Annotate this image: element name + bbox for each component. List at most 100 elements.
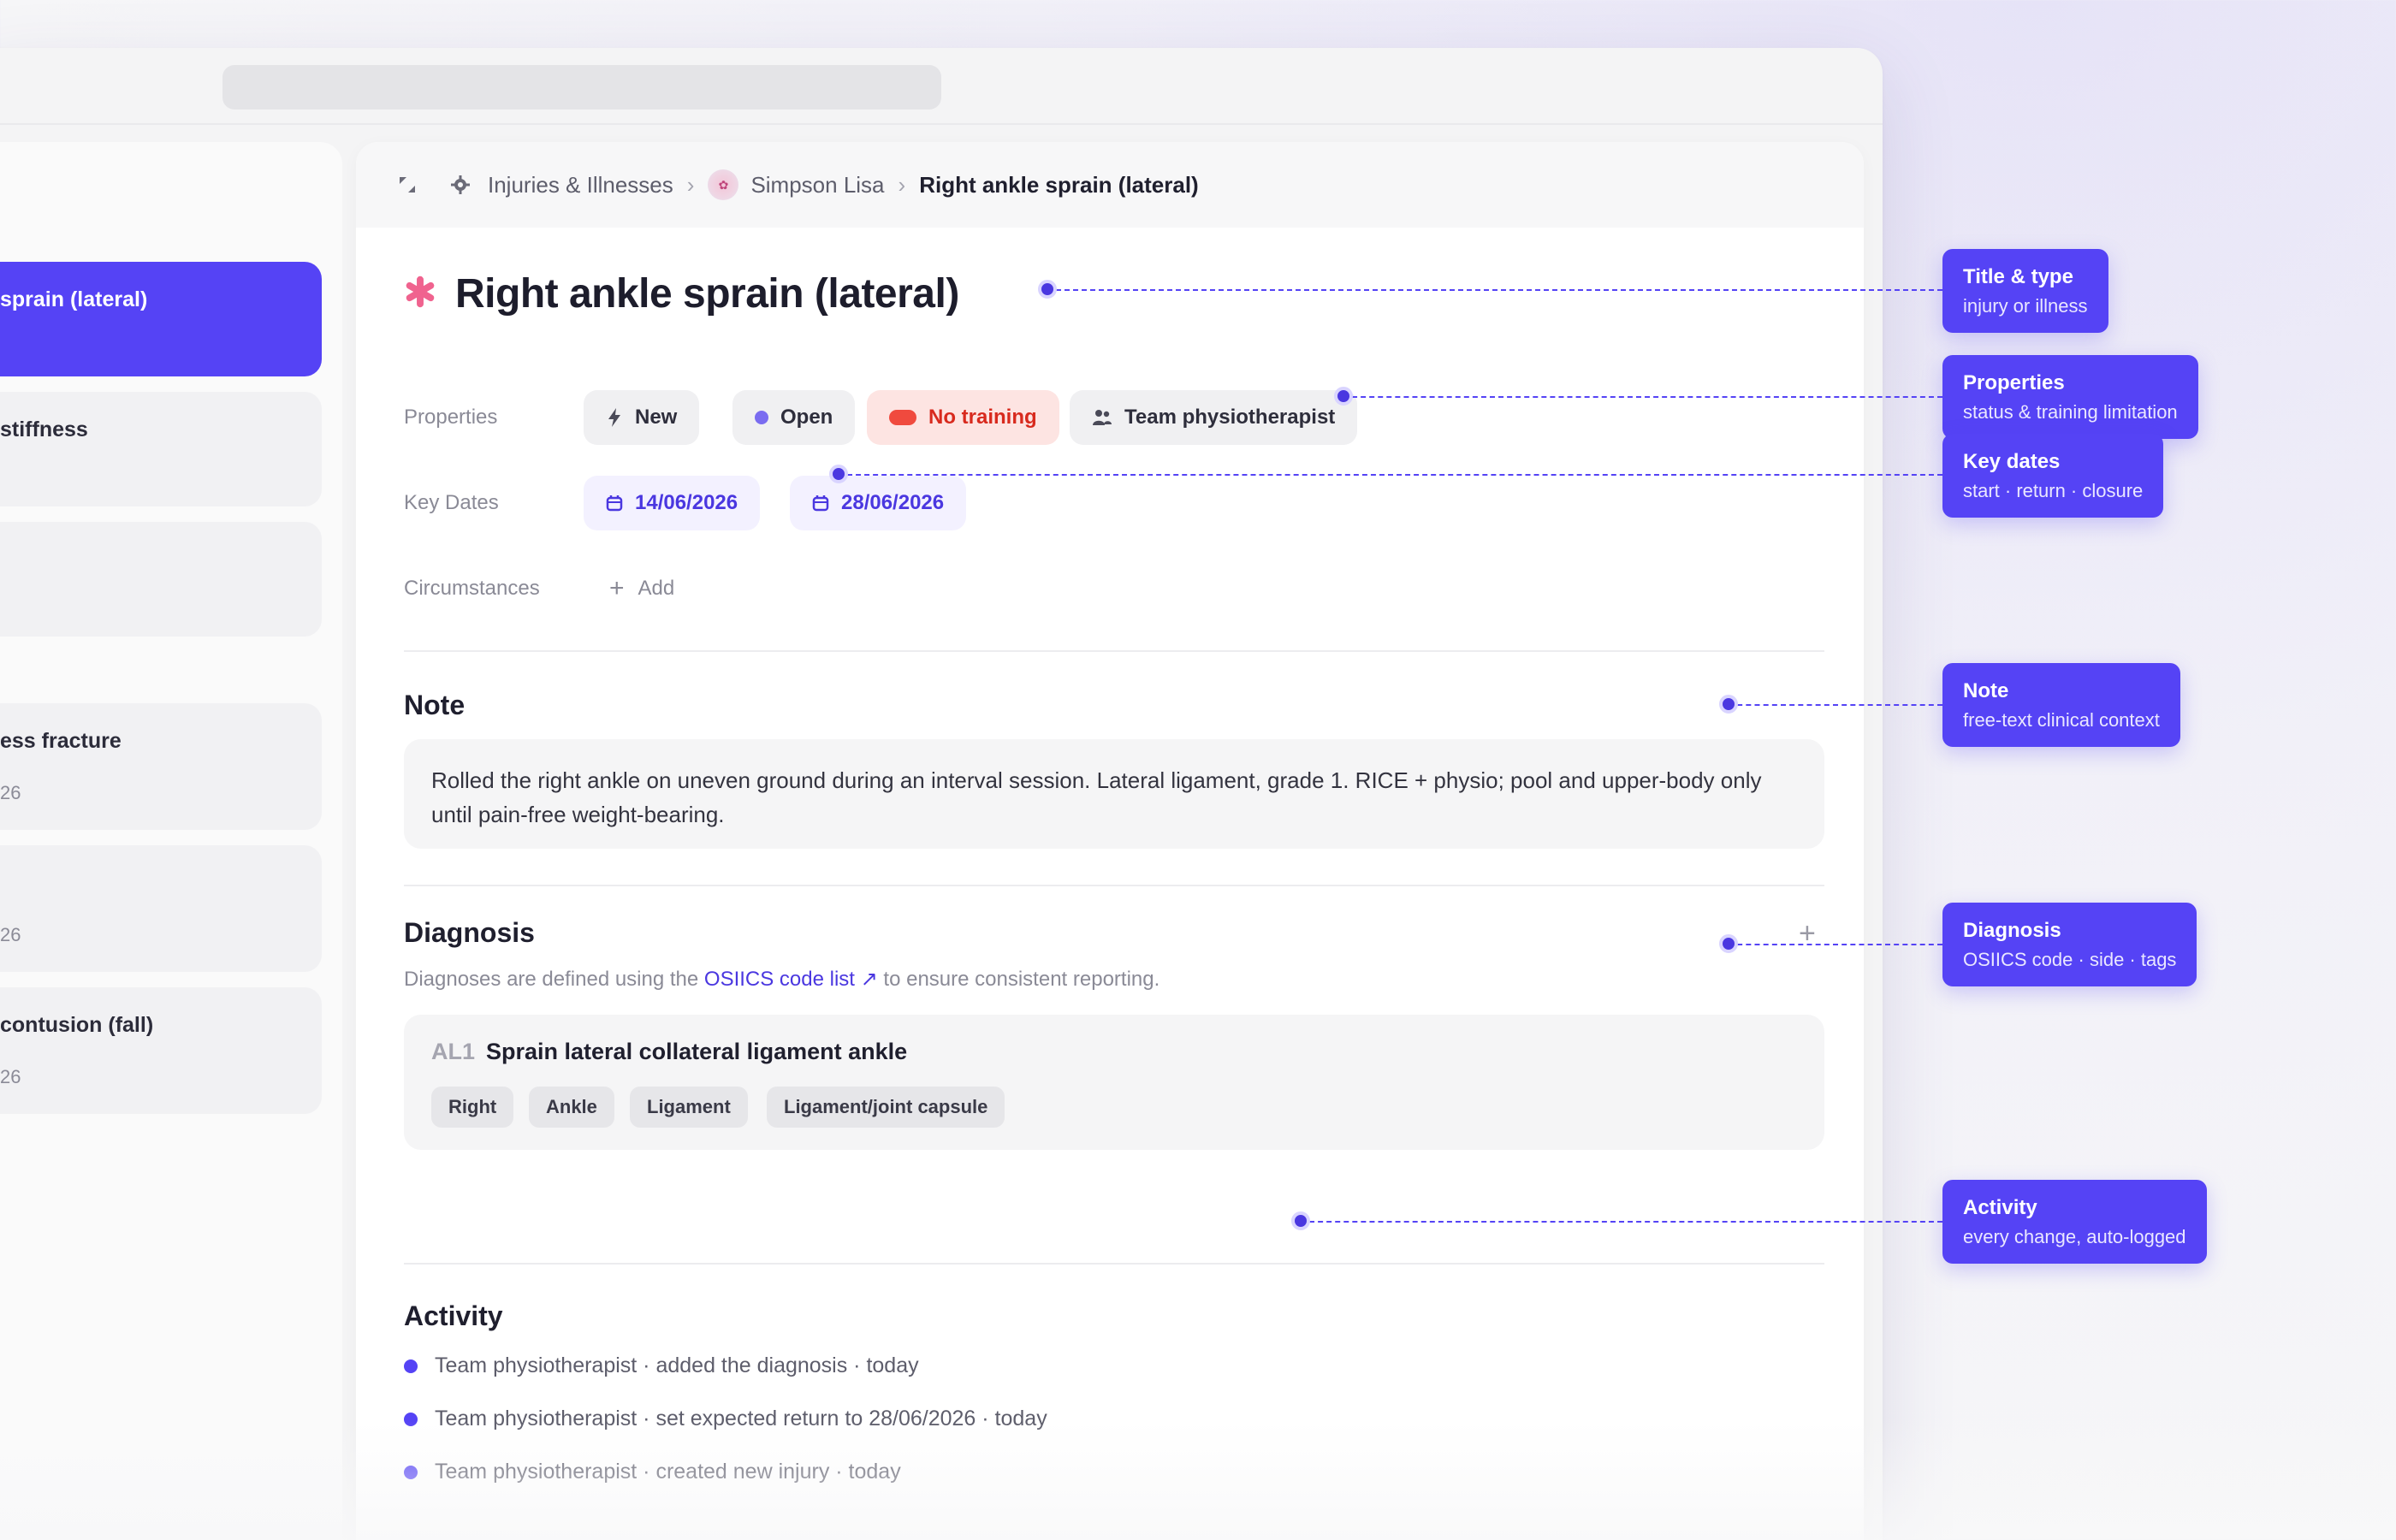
title-row: Right ankle sprain (lateral)	[404, 270, 959, 317]
callout-title: Diagnosis	[1963, 919, 2061, 942]
callout-diagnosis: Diagnosis OSIICS code · side · tags	[1942, 903, 2197, 986]
calendar-icon	[606, 495, 623, 512]
calendar-icon	[812, 495, 829, 512]
browser-topbar	[0, 48, 1883, 125]
callout-pin	[1038, 280, 1057, 299]
property-chip-open[interactable]: Open	[732, 390, 856, 445]
osiics-link-label: OSIICS code list	[703, 968, 855, 991]
return-date-chip[interactable]: 28/06/2026	[790, 476, 967, 530]
people-icon	[1093, 410, 1112, 425]
status-dot-icon	[755, 411, 768, 424]
chevron-right-icon: ›	[898, 171, 906, 198]
start-date-chip[interactable]: 14/06/2026	[584, 476, 761, 530]
breadcrumb-current: Right ankle sprain (lateral)	[919, 171, 1199, 198]
injury-list-item-title: sprain (lateral)	[0, 287, 148, 311]
key-dates-label: Key Dates	[404, 491, 499, 514]
property-chip-label: New	[635, 406, 678, 429]
diagnosis-code: AL1	[431, 1039, 476, 1064]
callout-subtitle: start · return · closure	[1963, 480, 2144, 501]
cog-icon	[448, 173, 472, 197]
callout-subtitle: OSIICS code · side · tags	[1963, 949, 2177, 970]
activity-dot-icon	[404, 1465, 418, 1479]
callout-key-dates: Key dates start · return · closure	[1942, 434, 2164, 518]
diagnosis-name: Sprain lateral collateral ligament ankle	[486, 1039, 908, 1064]
activity-item: Team physiotherapist · set expected retu…	[404, 1407, 1047, 1431]
circumstances-label: Circumstances	[404, 577, 540, 600]
property-chip-no-training[interactable]: No training	[867, 390, 1059, 445]
callout-title-type: Title & type injury or illness	[1942, 249, 2108, 333]
property-chip-label: Team physiotherapist	[1124, 406, 1336, 429]
external-link-icon: ↗	[860, 968, 878, 991]
callout-leader-line	[1729, 704, 1942, 706]
property-chip-new[interactable]: New	[584, 390, 700, 445]
callout-subtitle: every change, auto-logged	[1963, 1226, 2186, 1247]
property-chip-label: No training	[928, 406, 1037, 429]
injury-list-item[interactable]: sprain (lateral)	[0, 262, 322, 376]
callout-title: Title & type	[1963, 265, 2073, 288]
date-chip-label: 28/06/2026	[841, 491, 945, 514]
add-circumstances-button[interactable]: + Add	[609, 576, 675, 601]
app-window: sprain (lateral) stiffness ess fracture …	[0, 48, 1883, 1540]
callout-properties: Properties status & training limitation	[1942, 355, 2198, 439]
diagnosis-tag: Ligament/joint capsule	[767, 1087, 1005, 1128]
divider	[404, 885, 1824, 886]
osiics-code-list-link[interactable]: OSIICS code list ↗	[704, 968, 878, 991]
activity-text: Team physiotherapist · set expected retu…	[435, 1407, 1047, 1430]
callout-leader-line	[1729, 944, 1942, 945]
callout-subtitle: status & training limitation	[1963, 401, 2178, 423]
callout-pin	[1291, 1211, 1310, 1230]
property-chip-owner[interactable]: Team physiotherapist	[1070, 390, 1358, 445]
callout-subtitle: free-text clinical context	[1963, 709, 2160, 731]
injury-list-item[interactable]: stiffness	[0, 392, 322, 506]
note-text[interactable]: Rolled the right ankle on uneven ground …	[404, 739, 1824, 849]
activity-text: Team physiotherapist · created new injur…	[435, 1460, 901, 1484]
callout-leader-line	[839, 474, 1942, 476]
injury-list-item-title: contusion (fall)	[0, 1013, 154, 1037]
activity-title: Activity	[404, 1300, 503, 1331]
injury-list-item-date: 26	[0, 1066, 21, 1087]
injury-list-item[interactable]: contusion (fall) 26	[0, 987, 322, 1114]
injury-asterisk-icon	[404, 275, 436, 312]
callout-title: Activity	[1963, 1196, 2037, 1219]
avatar: ✿	[708, 169, 739, 200]
injury-list-item[interactable]: 26	[0, 845, 322, 972]
callout-leader-line	[1301, 1221, 1942, 1223]
activity-dot-icon	[404, 1359, 418, 1373]
callout-title: Note	[1963, 679, 2009, 702]
injury-list-item-date: 26	[0, 782, 21, 803]
note-title: Note	[404, 690, 466, 720]
divider	[404, 1263, 1824, 1265]
callout-subtitle: injury or illness	[1963, 295, 2088, 317]
callout-pin	[1719, 695, 1738, 714]
callout-pin	[1719, 934, 1738, 953]
injury-list-item-title: stiffness	[0, 418, 88, 441]
property-chip-label: Open	[780, 406, 833, 429]
injury-list-sidebar: sprain (lateral) stiffness ess fracture …	[0, 142, 342, 1540]
collapse-icon[interactable]	[395, 173, 419, 197]
callout-note: Note free-text clinical context	[1942, 663, 2180, 747]
page-title[interactable]: Right ankle sprain (lateral)	[455, 270, 959, 317]
injury-list-item[interactable]: ess fracture 26	[0, 703, 322, 830]
add-label: Add	[638, 577, 675, 600]
properties-label: Properties	[404, 406, 498, 429]
injury-list-item[interactable]	[0, 522, 322, 637]
callout-pin	[829, 465, 848, 483]
callout-activity: Activity every change, auto-logged	[1942, 1180, 2207, 1264]
divider	[404, 650, 1824, 652]
breadcrumb: Injuries & Illnesses › ✿ Simpson Lisa › …	[356, 142, 1864, 228]
address-bar[interactable]	[222, 65, 941, 110]
breadcrumb-athlete[interactable]: Simpson Lisa	[750, 172, 884, 198]
diagnosis-desc-text: to ensure consistent reporting.	[877, 968, 1160, 991]
diagnosis-tag: Right	[431, 1087, 514, 1128]
diagnosis-tag: Ligament	[630, 1087, 748, 1128]
injury-list-item-title: ess fracture	[0, 729, 122, 753]
breadcrumb-section[interactable]: Injuries & Illnesses	[488, 172, 673, 198]
injury-detail-panel: Injuries & Illnesses › ✿ Simpson Lisa › …	[356, 142, 1864, 1540]
diagnosis-card[interactable]: AL1 Sprain lateral collateral ligament a…	[404, 1015, 1824, 1150]
callout-leader-line	[1047, 289, 1942, 291]
activity-item: Team physiotherapist · created new injur…	[404, 1460, 901, 1484]
activity-dot-icon	[404, 1412, 418, 1426]
diagnosis-description: Diagnoses are defined using the OSIICS c…	[404, 967, 1159, 992]
callout-title: Properties	[1963, 371, 2065, 394]
diagnosis-title: Diagnosis	[404, 917, 535, 948]
